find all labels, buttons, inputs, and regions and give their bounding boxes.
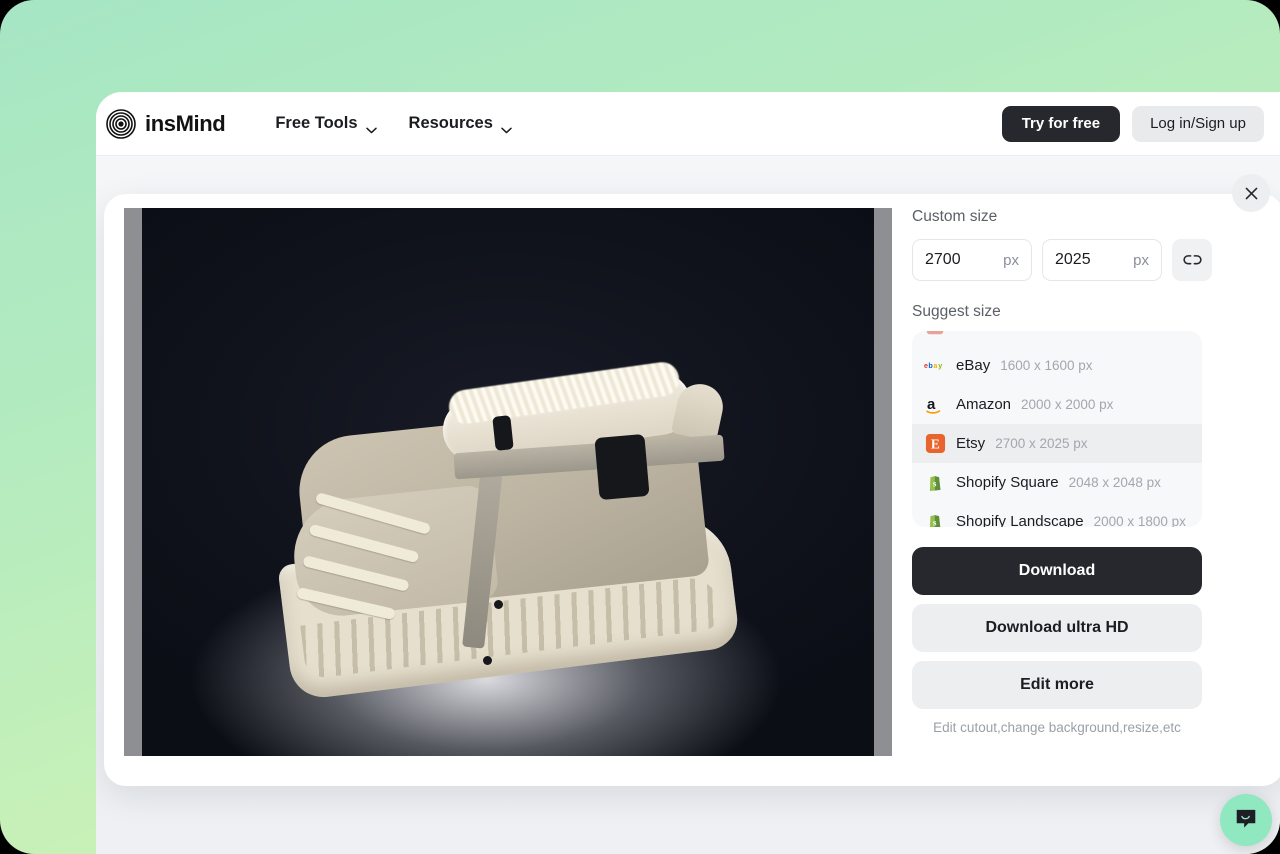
resize-modal: Custom size px px — [104, 174, 1280, 786]
svg-text:s: s — [933, 517, 937, 527]
suggest-item-name: Shopify Square — [956, 474, 1059, 491]
width-field[interactable]: px — [912, 239, 1032, 281]
suggest-item-ebay[interactable]: e b a y eBay 1600 x 1600 px — [912, 346, 1202, 385]
suggest-item-amazon[interactable]: a Amazon 2000 x 2000 px — [912, 385, 1202, 424]
modal-actions: Download Download ultra HD Edit more Edi… — [912, 547, 1202, 735]
height-input[interactable] — [1055, 251, 1129, 269]
height-field[interactable]: px — [1042, 239, 1162, 281]
width-input[interactable] — [925, 251, 999, 269]
chevron-down-icon — [365, 120, 377, 134]
download-button[interactable]: Download — [912, 547, 1202, 595]
suggest-size-label: Suggest size — [912, 303, 1001, 320]
amazon-icon: a — [924, 394, 946, 416]
suggest-item-dimensions: 1600 x 1600 px — [1000, 358, 1093, 373]
custom-size-label: Custom size — [912, 208, 998, 225]
suggest-item-dimensions: 2700 x 2025 px — [995, 436, 1088, 451]
svg-text:b: b — [928, 362, 933, 370]
nav-item-resources[interactable]: Resources — [408, 114, 512, 134]
edit-more-button[interactable]: Edit more — [912, 661, 1202, 709]
svg-text:e: e — [924, 362, 928, 370]
suggest-item-name: Shopify Landscape — [956, 513, 1084, 527]
nav-item-free-tools-label: Free Tools — [275, 114, 358, 132]
login-signup-button[interactable]: Log in/Sign up — [1132, 105, 1264, 142]
close-icon[interactable] — [1232, 174, 1270, 212]
chevron-down-icon — [501, 120, 512, 134]
suggest-item-dimensions: 2000 x 2000 px — [1021, 397, 1114, 412]
shopify-icon: s — [924, 472, 946, 494]
suggest-item-dimensions: 2048 x 2048 px — [1068, 475, 1161, 490]
ebay-icon: e b a y — [924, 355, 946, 377]
broken-link-icon[interactable] — [1172, 239, 1212, 281]
height-unit-label: px — [1133, 251, 1149, 269]
resize-options-panel: Custom size px px — [912, 208, 1264, 768]
brand-logo[interactable]: insMind — [106, 108, 226, 139]
suggest-item-etsy[interactable]: E Etsy 2700 x 2025 px — [912, 424, 1202, 463]
nav-item-free-tools[interactable]: Free Tools — [275, 114, 377, 134]
suggest-size-scroll: e b a y eBay 1600 x 1600 px a Amazon 200… — [912, 331, 1202, 527]
custom-size-inputs: px px — [912, 239, 1264, 281]
svg-text:a: a — [933, 362, 938, 370]
top-navigation-bar: insMind Free Tools Resources Try for fre… — [96, 92, 1280, 156]
suggest-item-dimensions: 2000 x 1800 px — [1093, 514, 1186, 527]
sneaker-illustration — [142, 208, 874, 756]
app-surface: insMind Free Tools Resources Try for fre… — [96, 92, 1280, 854]
suggest-item-partial[interactable] — [912, 331, 1202, 346]
chat-widget-button[interactable] — [1220, 794, 1272, 846]
etsy-icon: E — [924, 433, 946, 455]
suggest-size-list[interactable]: e b a y eBay 1600 x 1600 px a Amazon 200… — [912, 331, 1202, 527]
nav-links: Free Tools Resources — [275, 114, 512, 134]
try-for-free-button[interactable]: Try for free — [1001, 105, 1121, 142]
nav-actions: Try for free Log in/Sign up — [1001, 105, 1264, 142]
svg-text:s: s — [933, 478, 937, 488]
suggest-item-shopify-square[interactable]: s Shopify Square 2048 x 2048 px — [912, 463, 1202, 502]
suggest-item-name: Etsy — [956, 435, 986, 452]
edit-more-hint: Edit cutout,change background,resize,etc — [933, 720, 1181, 735]
insmind-logo-icon — [106, 108, 136, 139]
svg-text:a: a — [927, 396, 936, 413]
marketplace-icon — [924, 331, 946, 338]
download-ultra-hd-button[interactable]: Download ultra HD — [912, 604, 1202, 652]
suggest-item-name: Amazon — [956, 396, 1012, 413]
width-unit-label: px — [1003, 251, 1019, 269]
image-preview[interactable] — [124, 208, 892, 756]
chat-bubble-icon — [1233, 805, 1259, 836]
suggest-item-shopify-landscape[interactable]: s Shopify Landscape 2000 x 1800 px — [912, 502, 1202, 527]
suggest-item-name: eBay — [956, 357, 991, 374]
shopify-icon: s — [924, 511, 946, 527]
page-background: insMind Free Tools Resources Try for fre… — [0, 0, 1280, 854]
brand-name: insMind — [145, 110, 226, 136]
svg-text:y: y — [938, 362, 942, 370]
nav-item-resources-label: Resources — [408, 114, 493, 132]
svg-text:E: E — [930, 436, 939, 451]
product-photo — [142, 208, 874, 756]
